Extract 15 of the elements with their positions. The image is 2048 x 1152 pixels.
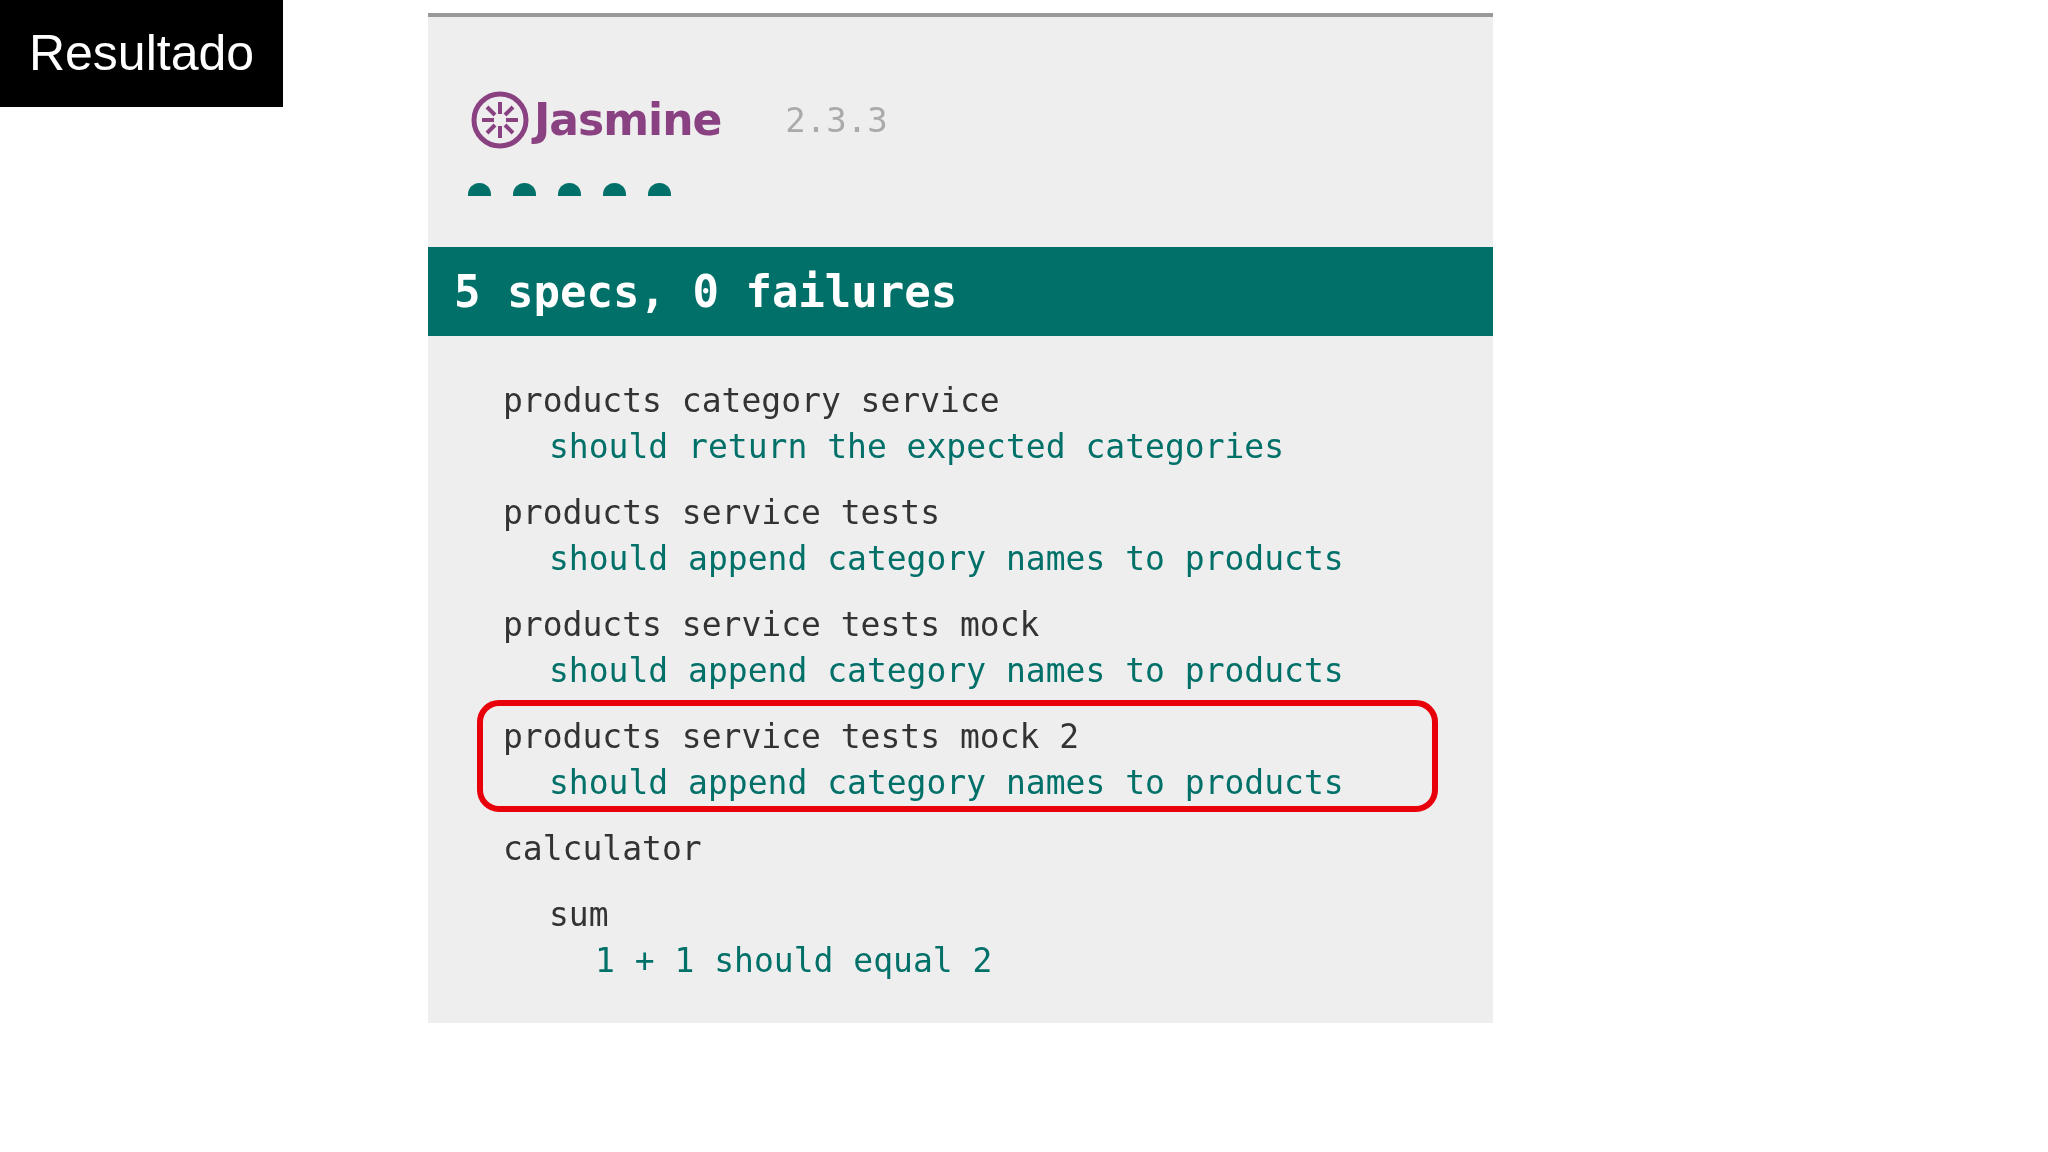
spec-name[interactable]: should append category names to products — [549, 763, 1344, 802]
version-text: 2.3.3 — [785, 98, 888, 142]
slide-label: Resultado — [0, 0, 283, 107]
suite-name[interactable]: products category service — [503, 381, 1000, 420]
jasmine-logo-icon — [470, 90, 530, 150]
suite-name[interactable]: calculator — [503, 829, 702, 868]
suite-name[interactable]: sum — [549, 895, 609, 934]
spec-name[interactable]: should return the expected categories — [549, 427, 1285, 466]
suite-name[interactable]: products service tests — [503, 493, 941, 532]
suite-name[interactable]: products service tests mock 2 — [503, 717, 1080, 756]
summary-bar: 5 specs, 0 failures — [428, 247, 1493, 336]
spec-name[interactable]: should append category names to products — [549, 651, 1344, 690]
spec-name[interactable]: 1 + 1 should equal 2 — [595, 941, 993, 980]
spec-name[interactable]: should append category names to products — [549, 539, 1344, 578]
suite-name[interactable]: products service tests mock — [503, 605, 1040, 644]
